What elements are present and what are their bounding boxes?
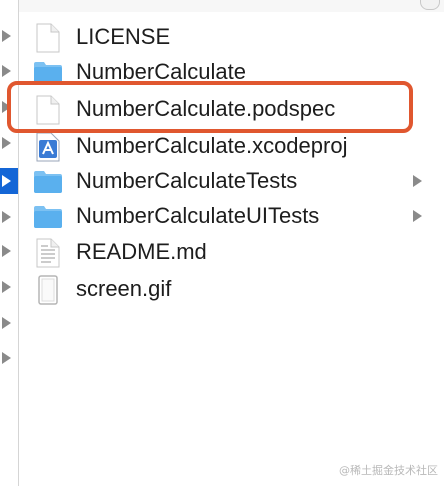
chevron-right-icon[interactable] <box>2 352 11 364</box>
chevron-right-icon[interactable] <box>2 137 11 149</box>
folder-name: NumberCalculateTests <box>76 168 298 193</box>
annotation-highlight-box <box>7 81 413 133</box>
file-name: LICENSE <box>76 24 171 49</box>
text-document-icon <box>33 238 63 268</box>
column-header-strip <box>0 0 444 12</box>
chevron-right-icon <box>2 175 11 187</box>
folder-row-uitests[interactable]: NumberCalculateUITests <box>19 199 444 233</box>
folder-row-tests[interactable]: NumberCalculateTests <box>19 164 444 198</box>
watermark: @稀土掘金技术社区 <box>339 464 438 477</box>
chevron-right-icon[interactable] <box>2 30 11 42</box>
image-file-icon <box>33 275 63 305</box>
chevron-right-icon[interactable] <box>2 65 11 77</box>
parent-column <box>0 0 18 486</box>
finder-column-view: LICENSE NumberCalculate NumberCalculate.… <box>0 0 444 486</box>
file-name: README.md <box>76 239 207 264</box>
chevron-right-icon[interactable] <box>2 245 11 257</box>
document-icon <box>33 23 63 53</box>
scrollbar-thumb[interactable] <box>420 0 440 10</box>
xcodeproj-icon <box>33 132 63 162</box>
file-row-readme[interactable]: README.md <box>19 235 444 269</box>
chevron-right-icon[interactable] <box>2 281 11 293</box>
folder-name: NumberCalculateUITests <box>76 203 320 228</box>
file-name: NumberCalculate.xcodeproj <box>76 133 348 158</box>
file-row-xcodeproj[interactable]: NumberCalculate.xcodeproj <box>19 129 444 163</box>
file-row-license[interactable]: LICENSE <box>19 20 444 54</box>
chevron-right-icon[interactable] <box>413 175 422 187</box>
parent-column-selected-item[interactable] <box>0 168 18 194</box>
chevron-right-icon[interactable] <box>413 210 422 222</box>
chevron-right-icon[interactable] <box>2 317 11 329</box>
file-row-screen-gif[interactable]: screen.gif <box>19 272 444 306</box>
folder-icon <box>33 167 63 195</box>
folder-icon <box>33 202 63 230</box>
file-name: screen.gif <box>76 276 172 301</box>
chevron-right-icon[interactable] <box>2 211 11 223</box>
